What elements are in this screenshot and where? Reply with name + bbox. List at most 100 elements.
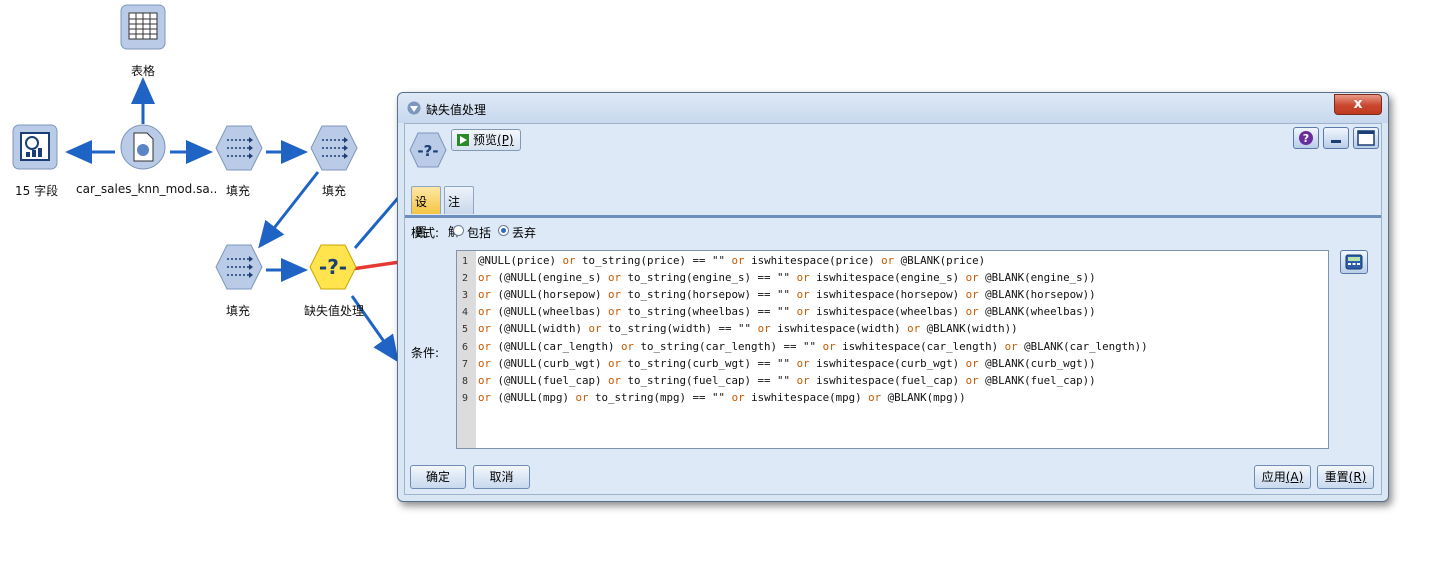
keyword-token: or (478, 271, 492, 285)
line-number-gutter: 1 2 3 4 5 6 7 8 9 (457, 251, 476, 448)
keyword-token: or (588, 322, 602, 336)
apply-label: 应用 (1261, 470, 1286, 484)
code-line[interactable]: or (@NULL(width) or to_string(width) == … (478, 322, 1018, 335)
keyword-token: or (796, 356, 810, 370)
keyword-token: or (608, 271, 622, 285)
code-line[interactable]: or (@NULL(curb_wgt) or to_string(curb_wg… (478, 357, 1096, 370)
mode-include-label[interactable]: 包括 (467, 224, 491, 241)
keyword-token: or (562, 254, 576, 267)
code-token: @BLANK(car_length)) (1017, 339, 1148, 353)
keyword-token: or (608, 305, 622, 319)
maximize-icon (1357, 130, 1375, 146)
mode-discard-label[interactable]: 丢弃 (512, 224, 536, 241)
code-token: to_string(wheelbas) == "" (621, 305, 797, 319)
code-token: @BLANK(engine_s)) (978, 271, 1096, 285)
code-token: (@NULL(curb_wgt) (491, 356, 609, 370)
reset-button[interactable]: 重置(R) (1317, 465, 1374, 489)
table-node[interactable] (120, 4, 168, 52)
table-node-label: 表格 (131, 64, 156, 78)
tab-annotations[interactable]: 注解 (444, 186, 474, 239)
missing-value-node[interactable]: -?- (309, 243, 357, 291)
tab-settings[interactable]: 设置 (411, 186, 441, 239)
keyword-token: or (965, 356, 979, 370)
code-line[interactable]: @NULL(price) or to_string(price) == "" o… (478, 254, 985, 267)
fill-node-2[interactable] (310, 124, 358, 172)
tab-divider (405, 215, 1381, 218)
keyword-token: or (478, 373, 492, 387)
code-line[interactable]: or (@NULL(fuel_cap) or to_string(fuel_ca… (478, 374, 1096, 387)
minimize-button[interactable] (1323, 127, 1349, 149)
apply-button[interactable]: 应用(A) (1254, 465, 1311, 489)
code-line[interactable]: or (@NULL(mpg) or to_string(mpg) == "" o… (478, 391, 966, 404)
expression-builder-button[interactable] (1340, 250, 1368, 274)
keyword-token: or (731, 254, 745, 267)
code-line[interactable]: or (@NULL(wheelbas) or to_string(wheelba… (478, 305, 1096, 318)
fill-node-1-label: 填充 (226, 184, 251, 198)
play-icon (457, 134, 469, 146)
code-line[interactable]: or (@NULL(car_length) or to_string(car_l… (478, 340, 1148, 353)
fill-node-1[interactable] (215, 124, 263, 172)
minimize-icon (1331, 140, 1341, 143)
ok-button[interactable]: 确定 (410, 465, 466, 489)
source-node[interactable] (120, 124, 168, 172)
code-token: to_string(fuel_cap) == "" (621, 373, 797, 387)
keyword-token: or (796, 288, 810, 302)
keyword-token: or (575, 390, 589, 404)
fill-node-3-label: 填充 (226, 304, 251, 318)
svg-text:-?-: -?- (319, 255, 347, 279)
keyword-token: or (965, 305, 979, 319)
data-audit-icon (12, 124, 58, 170)
preview-button[interactable]: 预览(P) (451, 129, 521, 151)
code-token: to_string(mpg) == "" (588, 390, 732, 404)
code-line[interactable]: or (@NULL(engine_s) or to_string(engine_… (478, 271, 1096, 284)
code-token: (@NULL(horsepow) (491, 288, 609, 302)
code-token: @NULL(price) (478, 254, 563, 267)
code-token: iswhitespace(curb_wgt) (809, 356, 966, 370)
mode-include-radio[interactable] (453, 225, 464, 236)
keyword-token: or (478, 322, 492, 336)
code-token: (@NULL(car_length) (491, 339, 622, 353)
line-number: 2 (462, 273, 469, 285)
table-icon (120, 4, 166, 50)
keyword-token: or (796, 305, 810, 319)
keyword-token: or (965, 288, 979, 302)
statistics-file-icon (120, 124, 166, 170)
svg-text:?: ? (1303, 132, 1309, 145)
code-token: (@NULL(wheelbas) (491, 305, 609, 319)
code-token: to_string(price) == "" (575, 254, 732, 267)
cancel-button[interactable]: 取消 (473, 465, 530, 489)
keyword-token: or (478, 288, 492, 302)
preview-label: 预览 (473, 133, 498, 147)
line-number: 8 (462, 375, 469, 387)
help-button[interactable]: ? (1293, 127, 1319, 149)
dialog-title: 缺失值处理 (426, 103, 487, 117)
code-token: iswhitespace(horsepow) (809, 288, 966, 302)
dialog-titlebar[interactable]: 缺失值处理 x (398, 93, 1388, 123)
code-token: @BLANK(width)) (920, 322, 1018, 336)
keyword-token: or (796, 271, 810, 285)
line-number: 4 (462, 307, 469, 319)
close-button[interactable]: x (1334, 94, 1382, 115)
fill-node-3[interactable] (215, 243, 263, 291)
keyword-token: or (478, 339, 492, 353)
code-token: (@NULL(engine_s) (491, 271, 609, 285)
code-token: iswhitespace(mpg) (744, 390, 869, 404)
code-token: iswhitespace(wheelbas) (809, 305, 966, 319)
code-token: iswhitespace(price) (744, 254, 882, 267)
code-token: @BLANK(fuel_cap)) (978, 373, 1096, 387)
keyword-token: or (796, 373, 810, 387)
reset-hotkey: (R) (1348, 470, 1367, 484)
code-token: (@NULL(mpg) (491, 390, 576, 404)
code-token: iswhitespace(car_length) (835, 339, 1005, 353)
code-token: to_string(width) == "" (601, 322, 758, 336)
mode-discard-radio[interactable] (498, 225, 509, 236)
code-line[interactable]: or (@NULL(horsepow) or to_string(horsepo… (478, 288, 1096, 301)
source-node-label: car_sales_knn_mod.sa.. (76, 182, 218, 196)
code-token: @BLANK(horsepow)) (978, 288, 1096, 302)
keyword-token: or (881, 254, 895, 267)
condition-editor[interactable]: 1 2 3 4 5 6 7 8 9 @NULL(price) or to_string(pric… (456, 250, 1329, 449)
data-audit-node[interactable] (12, 124, 60, 172)
keyword-token: or (1004, 339, 1018, 353)
maximize-button[interactable] (1353, 127, 1379, 149)
keyword-token: or (478, 305, 492, 319)
